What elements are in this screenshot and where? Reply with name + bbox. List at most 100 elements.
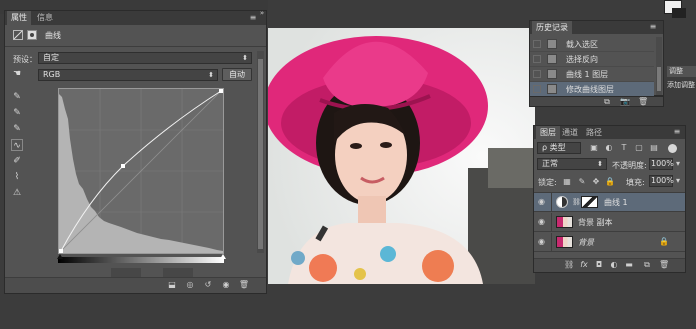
chain-link-icon[interactable]: ⛓: [572, 198, 581, 206]
layer-name[interactable]: 背景: [578, 237, 594, 248]
document-canvas[interactable]: [268, 28, 535, 284]
history-scrollbar[interactable]: [656, 37, 662, 95]
new-adjustment-layer-icon[interactable]: ◐: [609, 260, 619, 270]
tab-layers[interactable]: 图层: [536, 126, 560, 139]
kind-filter-label: ρ 类型: [542, 143, 566, 152]
tab-adjustments[interactable]: 调整: [667, 66, 696, 77]
smart-object-filter-icon[interactable]: ▤: [649, 143, 659, 153]
blend-mode-dropdown[interactable]: 正常 ⬍: [537, 158, 607, 170]
type-filter-icon[interactable]: T: [619, 143, 629, 153]
layer-row-background-copy[interactable]: ◉ 背景 副本: [534, 213, 685, 232]
layer-style-icon[interactable]: fx: [578, 260, 590, 270]
on-image-adjust-icon[interactable]: ☚: [11, 68, 23, 80]
adjustment-filter-icon[interactable]: ◐: [604, 143, 614, 153]
history-panel: 历史记录 ≡ 载入选区 选择反向 曲线 1 图层 修改曲线图层: [529, 20, 664, 97]
divider: [551, 193, 552, 212]
history-checkbox[interactable]: [533, 55, 541, 63]
view-previous-icon[interactable]: ◎: [184, 280, 196, 290]
white-slider[interactable]: [220, 254, 226, 259]
chevron-down-icon[interactable]: ▾: [674, 176, 682, 186]
background-color-swatch[interactable]: [672, 8, 686, 18]
curve-edit-points-icon[interactable]: ∿: [11, 139, 23, 151]
new-layer-icon[interactable]: ⧉: [642, 260, 652, 270]
eye-icon[interactable]: ◉: [538, 197, 547, 206]
mask-icon[interactable]: [27, 30, 37, 40]
history-checkbox[interactable]: [533, 85, 541, 93]
layer-kind-filter[interactable]: ρ 类型: [537, 142, 581, 154]
output-value-field[interactable]: [163, 268, 193, 277]
layer-name[interactable]: 曲线 1: [604, 197, 628, 208]
chevron-down-icon: ⬍: [208, 71, 214, 79]
opacity-field[interactable]: 100%: [649, 158, 674, 170]
scroll-thumb[interactable]: [657, 67, 661, 91]
eye-icon[interactable]: ◉: [538, 217, 547, 226]
collapse-icon[interactable]: »: [258, 8, 266, 18]
eye-icon[interactable]: ◉: [538, 237, 547, 246]
link-layers-icon[interactable]: ⛓: [564, 260, 574, 270]
gray-point-eyedropper-icon[interactable]: ✎: [11, 107, 23, 119]
panel-menu-icon[interactable]: ≡: [248, 13, 258, 23]
layer-name[interactable]: 背景 副本: [578, 217, 613, 228]
lock-all-icon[interactable]: 🔒: [605, 177, 615, 187]
scrollbar[interactable]: [257, 51, 264, 253]
channel-dropdown[interactable]: RGB ⬍: [38, 69, 218, 81]
history-checkbox[interactable]: [533, 40, 541, 48]
black-slider[interactable]: [57, 254, 63, 259]
tab-channels[interactable]: 通道: [558, 126, 582, 139]
pencil-draw-icon[interactable]: ✐: [11, 155, 23, 167]
clip-to-layer-icon[interactable]: ⬓: [166, 280, 178, 290]
input-value-field[interactable]: [111, 268, 141, 277]
history-step-icon: [547, 54, 557, 64]
filter-toggle-icon[interactable]: [668, 144, 677, 153]
smooth-curve-icon[interactable]: ⌇: [11, 171, 23, 183]
tab-paths[interactable]: 路径: [582, 126, 606, 139]
add-mask-icon[interactable]: ◘: [594, 260, 604, 270]
delete-icon[interactable]: 🗑: [659, 260, 669, 270]
lock-transparency-icon[interactable]: ▦: [562, 177, 572, 187]
shape-filter-icon[interactable]: ▢: [634, 143, 644, 153]
panel-menu-icon[interactable]: ≡: [672, 127, 682, 137]
new-group-icon[interactable]: ▬: [624, 260, 634, 270]
lock-pixels-icon[interactable]: ✎: [577, 177, 587, 187]
tab-info[interactable]: 信息: [33, 11, 57, 25]
curves-adjustment-icon: [13, 30, 23, 40]
black-point-eyedropper-icon[interactable]: ✎: [11, 91, 23, 103]
snapshot-icon[interactable]: 📷: [620, 97, 630, 107]
fill-label: 填充:: [626, 178, 645, 187]
fill-field[interactable]: 100%: [649, 175, 674, 187]
blend-mode-value: 正常: [542, 159, 558, 168]
curves-graph[interactable]: [58, 88, 224, 254]
tab-history[interactable]: 历史记录: [532, 21, 572, 34]
auto-button[interactable]: 自动: [222, 68, 252, 81]
divider: [5, 46, 266, 47]
delete-icon[interactable]: 🗑: [638, 97, 648, 107]
visibility-icon[interactable]: ◉: [220, 280, 232, 290]
history-step-icon: [547, 84, 557, 94]
reset-icon[interactable]: ↺: [202, 280, 214, 290]
pixel-filter-icon[interactable]: ▣: [589, 143, 599, 153]
new-document-from-state-icon[interactable]: ⧉: [602, 97, 612, 107]
curve-point-black: [59, 249, 63, 253]
delete-icon[interactable]: 🗑: [238, 280, 250, 290]
curve-point-mid: [121, 164, 125, 168]
channel-value: RGB: [43, 70, 61, 79]
layers-panel: 图层 通道 路径 ≡ ρ 类型 ▣ ◐ T ▢ ▤ 正常 ⬍ 不透明度: 100…: [533, 125, 686, 273]
history-item[interactable]: 载入选区: [530, 37, 654, 52]
layer-row-background[interactable]: ◉ 背景 🔒: [534, 233, 685, 252]
history-checkbox[interactable]: [533, 70, 541, 78]
layer-row-curves[interactable]: ◉ ⛓ 曲线 1: [534, 193, 685, 212]
layer-mask-thumbnail[interactable]: [581, 196, 598, 208]
layer-thumbnail: [556, 216, 573, 228]
history-item[interactable]: 曲线 1 图层: [530, 67, 654, 82]
tab-properties[interactable]: 属性: [7, 11, 31, 25]
curves-graph-svg: [59, 89, 223, 253]
white-point-eyedropper-icon[interactable]: ✎: [11, 123, 23, 135]
clipping-warning-icon[interactable]: ⚠: [11, 187, 23, 199]
panel-menu-icon[interactable]: ≡: [648, 22, 658, 32]
history-item-selected[interactable]: 修改曲线图层: [530, 82, 654, 97]
chevron-down-icon[interactable]: ▾: [674, 159, 682, 169]
scroll-thumb[interactable]: [258, 59, 263, 249]
history-item[interactable]: 选择反向: [530, 52, 654, 67]
preset-dropdown[interactable]: 自定 ⬍: [38, 52, 252, 64]
lock-position-icon[interactable]: ✥: [591, 177, 601, 187]
